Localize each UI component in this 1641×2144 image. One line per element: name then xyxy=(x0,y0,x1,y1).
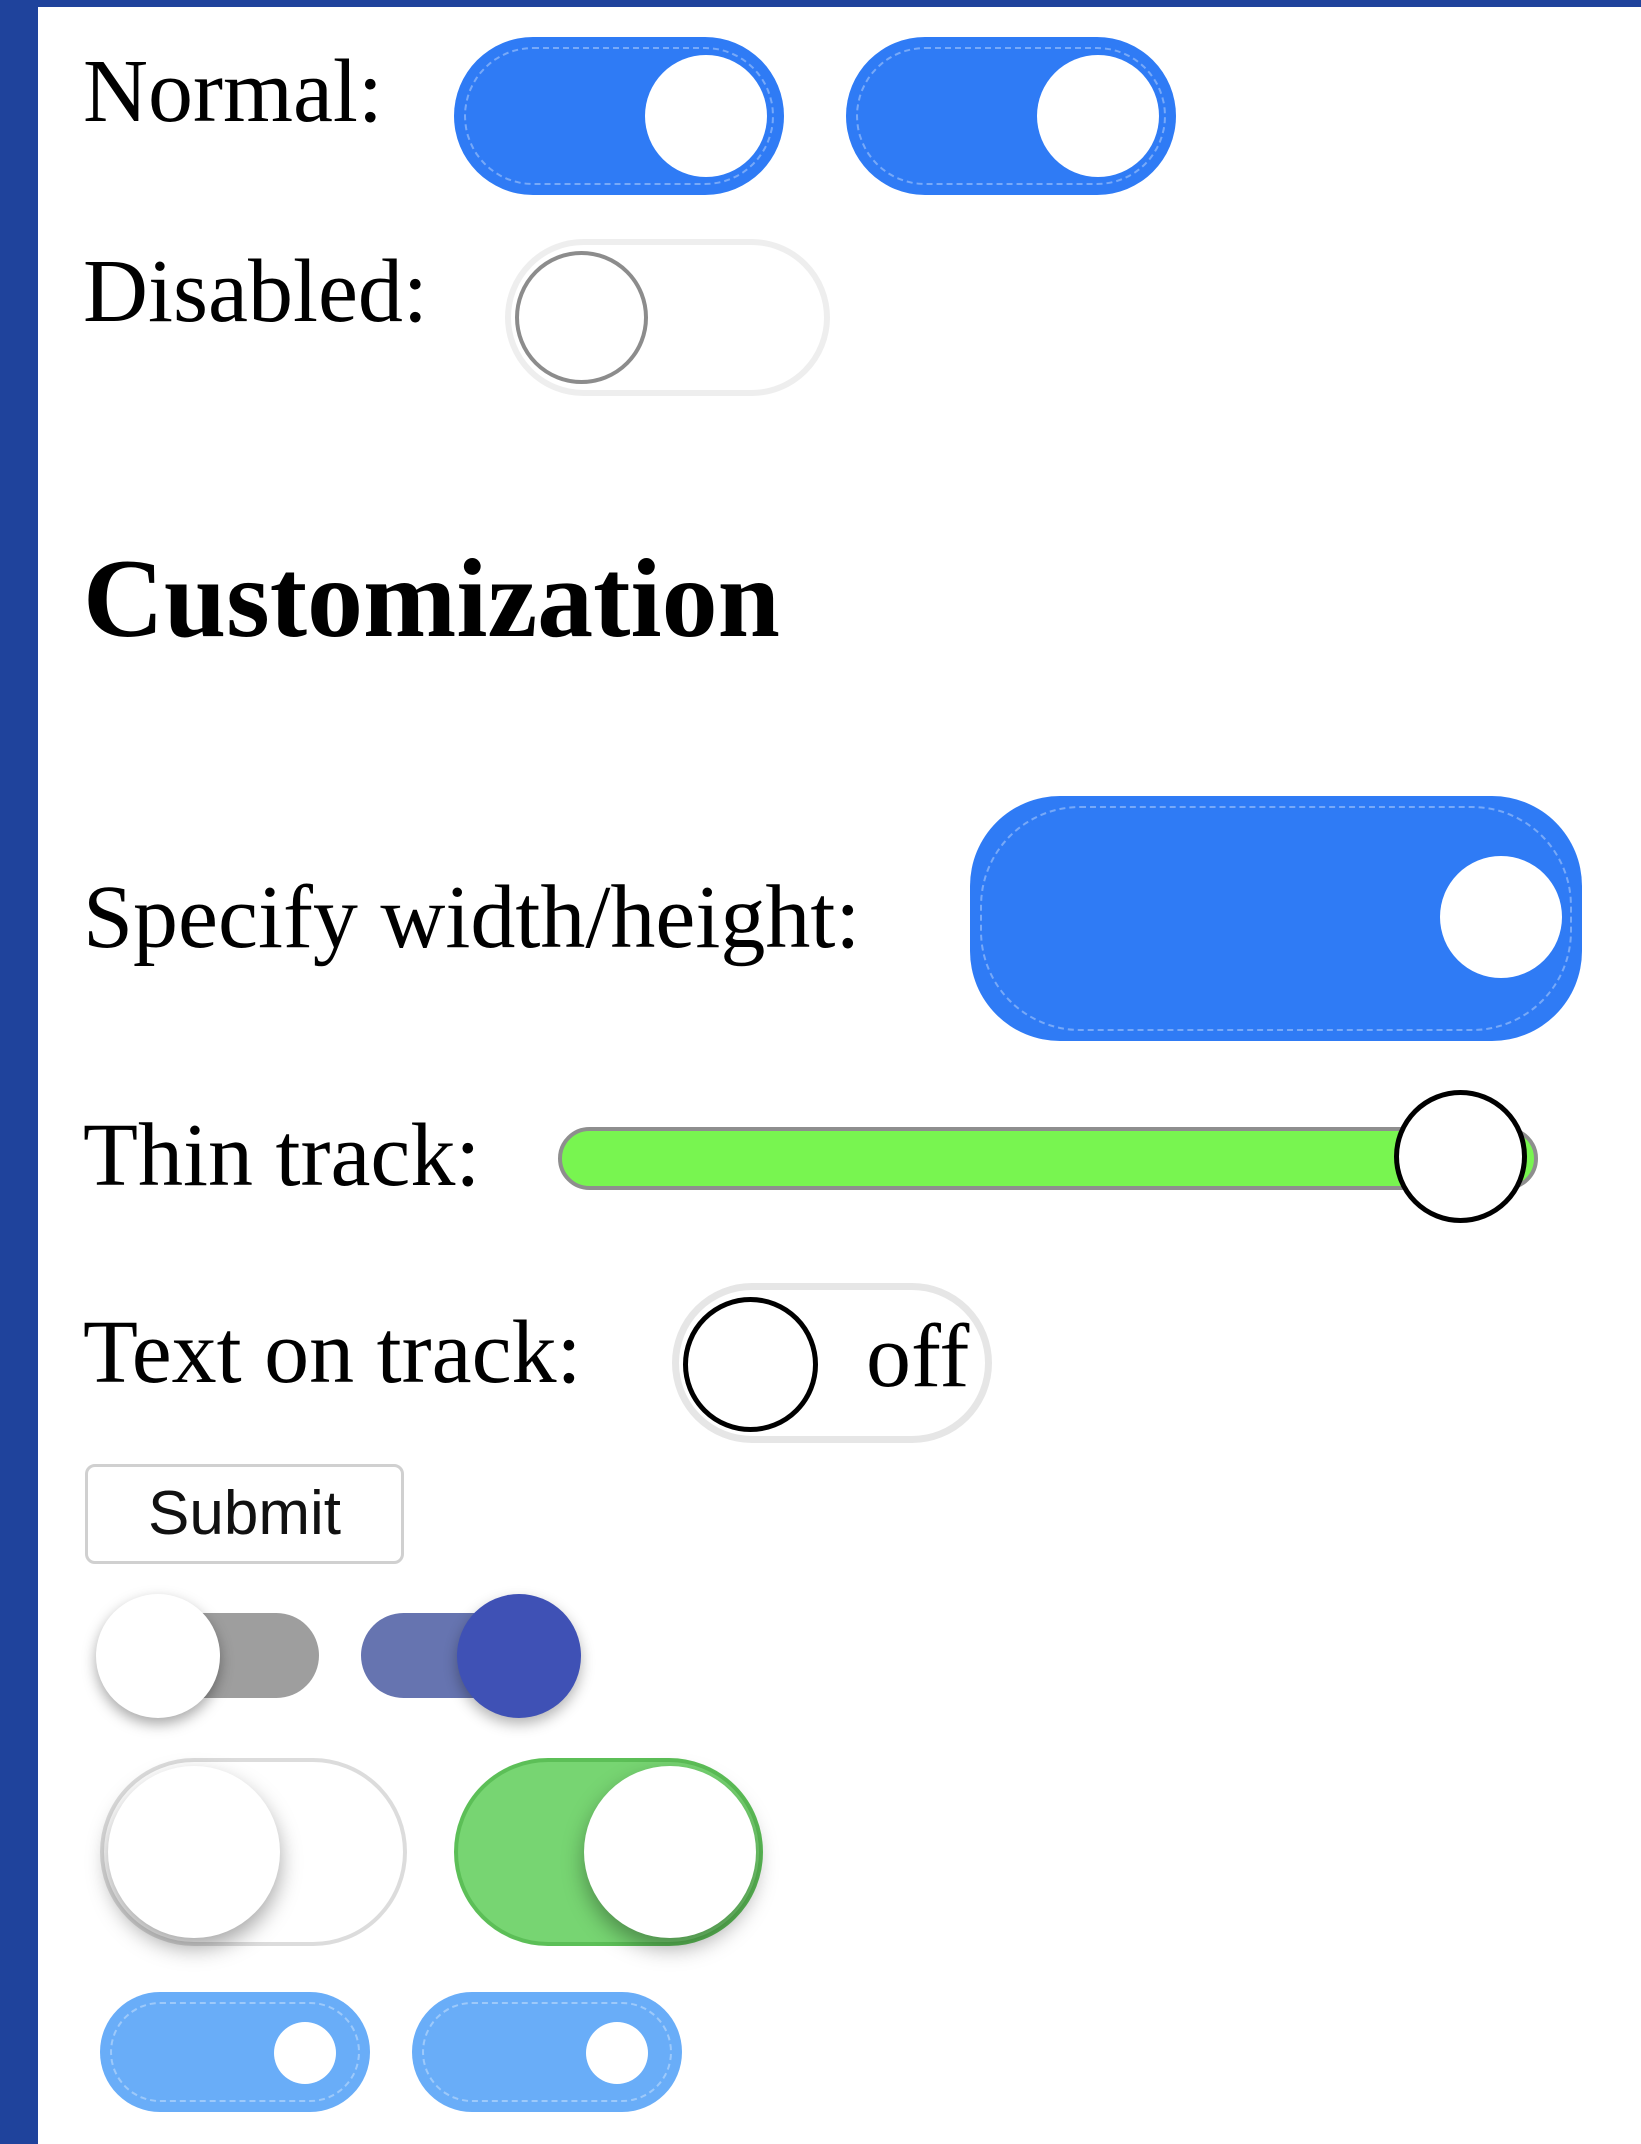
thin-track-toggle[interactable] xyxy=(558,1127,1538,1190)
normal-label: Normal: xyxy=(83,42,383,141)
normal-toggle-1[interactable] xyxy=(454,37,784,195)
toggle-knob xyxy=(1037,55,1159,177)
material-toggle-2-knob[interactable] xyxy=(457,1594,581,1718)
text-on-track-toggle[interactable]: off xyxy=(672,1283,992,1443)
toggle-knob xyxy=(274,2022,336,2084)
thin-track-knob[interactable] xyxy=(1394,1090,1527,1223)
customization-heading: Customization xyxy=(83,537,780,661)
toggle-knob xyxy=(108,1766,280,1938)
light-blue-toggle-1[interactable] xyxy=(100,1992,370,2112)
demo-page: Normal: Disabled: Customization Specify … xyxy=(38,7,1641,2144)
specify-size-label: Specify width/height: xyxy=(83,868,861,967)
normal-toggle-2[interactable] xyxy=(846,37,1176,195)
material-toggle-1-knob[interactable] xyxy=(96,1594,220,1718)
disabled-label: Disabled: xyxy=(83,242,428,341)
toggle-knob xyxy=(645,55,767,177)
specify-size-toggle[interactable] xyxy=(970,796,1582,1041)
ios-toggle-2[interactable] xyxy=(454,1758,763,1946)
text-on-track-label: Text on track: xyxy=(83,1303,582,1402)
toggle-knob xyxy=(584,1766,756,1938)
disabled-toggle xyxy=(505,239,830,396)
ios-toggle-1[interactable] xyxy=(100,1758,407,1946)
toggle-knob xyxy=(683,1297,818,1432)
light-blue-toggle-2[interactable] xyxy=(412,1992,682,2112)
toggle-knob xyxy=(1440,856,1562,978)
thin-track-label: Thin track: xyxy=(83,1106,481,1205)
toggle-knob xyxy=(586,2022,648,2084)
toggle-knob xyxy=(515,251,648,384)
submit-button[interactable]: Submit xyxy=(85,1464,404,1564)
track-text-off: off xyxy=(866,1307,970,1406)
